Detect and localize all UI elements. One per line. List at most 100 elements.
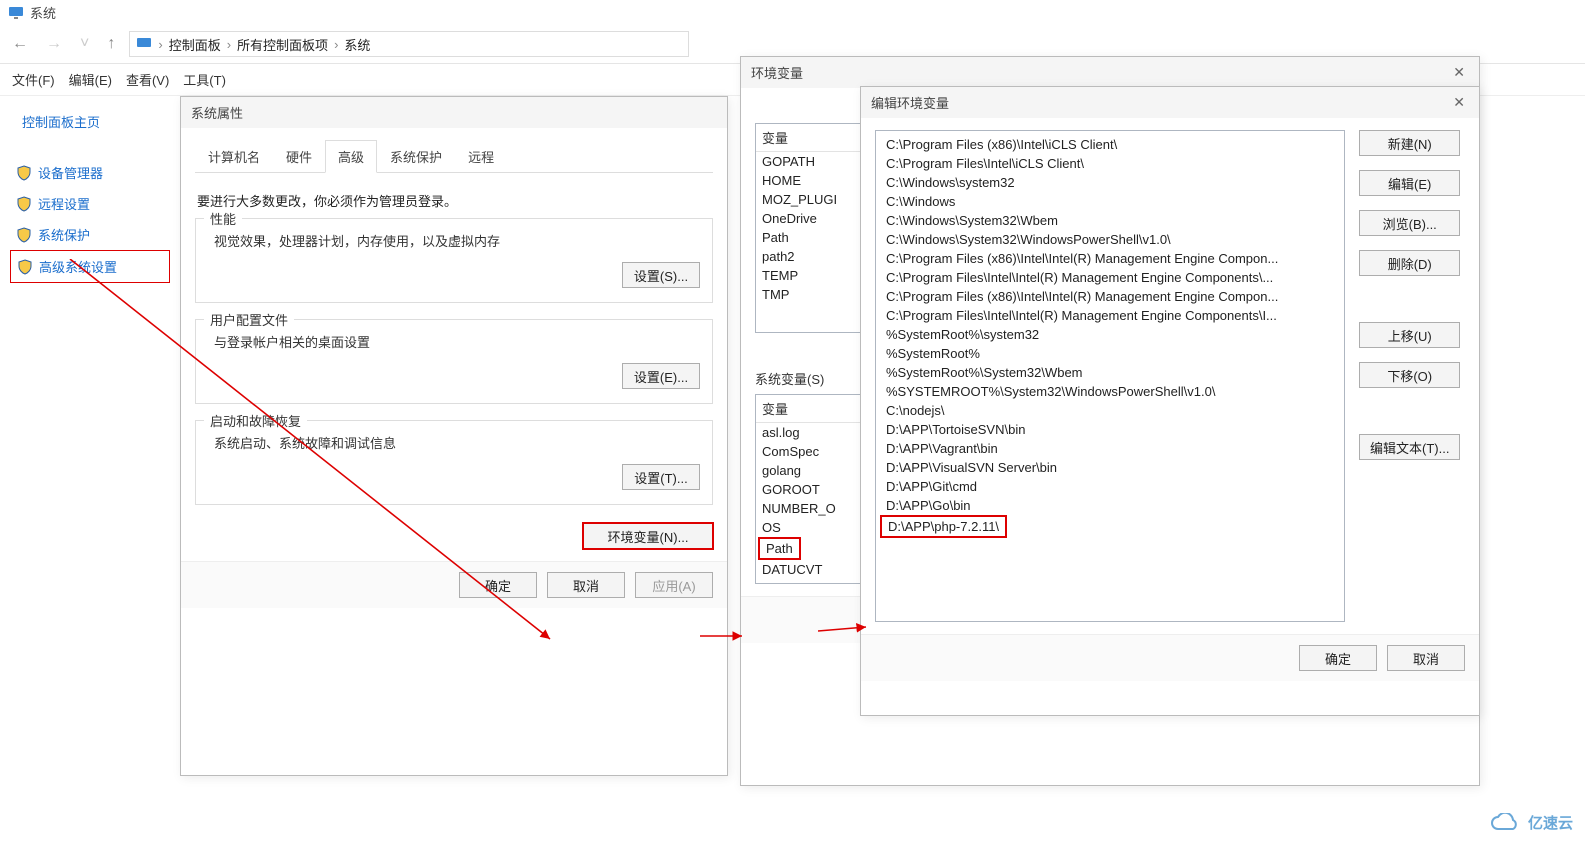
edit-text-button[interactable]: 编辑文本(T)... bbox=[1359, 434, 1460, 460]
monitor-icon bbox=[8, 5, 24, 21]
path-entry[interactable]: C:\nodejs\ bbox=[876, 401, 1344, 420]
sysprops-title: 系统属性 bbox=[181, 97, 727, 128]
path-entry[interactable]: D:\APP\php-7.2.11\ bbox=[882, 517, 1005, 536]
path-entry[interactable]: D:\APP\TortoiseSVN\bin bbox=[876, 420, 1344, 439]
path-entries-list[interactable]: C:\Program Files (x86)\Intel\iCLS Client… bbox=[875, 130, 1345, 622]
edit-button[interactable]: 编辑(E) bbox=[1359, 170, 1460, 196]
sidebar: 控制面板主页 设备管理器 远程设置 系统保护 高级系统设置 bbox=[10, 106, 170, 283]
path-entry[interactable]: C:\Program Files (x86)\Intel\iCLS Client… bbox=[876, 135, 1344, 154]
breadcrumb-sep: › bbox=[158, 37, 162, 52]
move-down-button[interactable]: 下移(O) bbox=[1359, 362, 1460, 388]
path-entry[interactable]: C:\Program Files\Intel\Intel(R) Manageme… bbox=[876, 268, 1344, 287]
close-icon[interactable]: ✕ bbox=[1449, 64, 1469, 81]
path-entry[interactable]: C:\Windows\System32\Wbem bbox=[876, 211, 1344, 230]
path-entry[interactable]: %SYSTEMROOT%\System32\WindowsPowerShell\… bbox=[876, 382, 1344, 401]
tab-hardware[interactable]: 硬件 bbox=[273, 140, 325, 172]
shield-icon bbox=[16, 165, 32, 181]
menu-tools[interactable]: 工具(T) bbox=[183, 70, 226, 89]
path-entry[interactable]: C:\Program Files (x86)\Intel\Intel(R) Ma… bbox=[876, 249, 1344, 268]
delete-button[interactable]: 删除(D) bbox=[1359, 250, 1460, 276]
env-variables-button[interactable]: 环境变量(N)... bbox=[583, 523, 713, 549]
address-bar[interactable]: › 控制面板 › 所有控制面板项 › 系统 bbox=[129, 31, 689, 57]
list-item[interactable]: asl.log bbox=[756, 423, 862, 442]
sysprops-note: 要进行大多数更改，你必须作为管理员登录。 bbox=[195, 183, 713, 218]
list-item[interactable]: OS bbox=[756, 518, 862, 537]
path-entry[interactable]: %SystemRoot% bbox=[876, 344, 1344, 363]
list-item[interactable]: GOPATH bbox=[756, 152, 862, 171]
list-item[interactable]: HOME bbox=[756, 171, 862, 190]
path-entry[interactable]: C:\Program Files\Intel\iCLS Client\ bbox=[876, 154, 1344, 173]
dialog-system-properties: 系统属性 计算机名 硬件 高级 系统保护 远程 要进行大多数更改，你必须作为管理… bbox=[180, 96, 728, 776]
list-item[interactable]: Path bbox=[756, 228, 862, 247]
tab-computer-name[interactable]: 计算机名 bbox=[195, 140, 273, 172]
back-button[interactable]: ← bbox=[8, 31, 32, 57]
list-item[interactable]: path2 bbox=[756, 247, 862, 266]
user-vars-list[interactable]: 变量 GOPATHHOMEMOZ_PLUGIOneDrivePathpath2T… bbox=[755, 123, 863, 333]
perf-settings-button[interactable]: 设置(S)... bbox=[622, 262, 700, 288]
path-entry[interactable]: C:\Program Files\Intel\Intel(R) Manageme… bbox=[876, 306, 1344, 325]
sidebar-item-label: 系统保护 bbox=[38, 225, 90, 244]
sidebar-item-device-manager[interactable]: 设备管理器 bbox=[10, 157, 170, 188]
cancel-button[interactable]: 取消 bbox=[1387, 645, 1465, 671]
close-icon[interactable]: ✕ bbox=[1449, 94, 1469, 111]
up-button[interactable]: ↑ bbox=[103, 31, 119, 57]
folder-icon bbox=[136, 36, 152, 52]
path-entry[interactable]: D:\APP\Go\bin bbox=[876, 496, 1344, 515]
shield-icon bbox=[17, 259, 33, 275]
list-item[interactable]: TMP bbox=[756, 285, 862, 304]
sidebar-item-advanced[interactable]: 高级系统设置 bbox=[10, 250, 170, 283]
forward-button[interactable]: → bbox=[42, 31, 66, 57]
window-title: 系统 bbox=[30, 3, 56, 22]
list-item[interactable]: TEMP bbox=[756, 266, 862, 285]
path-entry[interactable]: C:\Windows bbox=[876, 192, 1344, 211]
menu-edit[interactable]: 编辑(E) bbox=[69, 70, 112, 89]
browse-button[interactable]: 浏览(B)... bbox=[1359, 210, 1460, 236]
group-performance: 性能 视觉效果，处理器计划，内存使用，以及虚拟内存 设置(S)... bbox=[195, 218, 713, 303]
cloud-icon bbox=[1490, 813, 1522, 833]
list-item[interactable]: GOROOT bbox=[756, 480, 862, 499]
sysprops-footer: 确定 取消 应用(A) bbox=[181, 561, 727, 608]
envdlg-titlebar: 环境变量 ✕ bbox=[741, 57, 1479, 88]
path-entry[interactable]: C:\Windows\system32 bbox=[876, 173, 1344, 192]
window-titlebar: 系统 bbox=[0, 0, 1585, 25]
cancel-button[interactable]: 取消 bbox=[547, 572, 625, 598]
watermark: 亿速云 bbox=[1490, 812, 1573, 833]
list-item[interactable]: MOZ_PLUGI bbox=[756, 190, 862, 209]
breadcrumb-1[interactable]: 所有控制面板项 bbox=[237, 35, 328, 54]
list-item[interactable]: DATUCVT bbox=[756, 560, 862, 579]
path-entry[interactable]: D:\APP\Git\cmd bbox=[876, 477, 1344, 496]
list-item[interactable]: ComSpec bbox=[756, 442, 862, 461]
apply-button[interactable]: 应用(A) bbox=[635, 572, 713, 598]
path-entry[interactable]: D:\APP\Vagrant\bin bbox=[876, 439, 1344, 458]
shield-icon bbox=[16, 196, 32, 212]
path-entry[interactable]: D:\APP\VisualSVN Server\bin bbox=[876, 458, 1344, 477]
tab-protection[interactable]: 系统保护 bbox=[377, 140, 455, 172]
list-item[interactable]: golang bbox=[756, 461, 862, 480]
history-dropdown[interactable]: ˅ bbox=[76, 31, 93, 57]
startup-settings-button[interactable]: 设置(T)... bbox=[622, 464, 700, 490]
path-entry[interactable]: %SystemRoot%\system32 bbox=[876, 325, 1344, 344]
editenv-titlebar: 编辑环境变量 ✕ bbox=[861, 87, 1479, 118]
editenv-footer: 确定 取消 bbox=[861, 634, 1479, 681]
group-user-profile: 用户配置文件 与登录帐户相关的桌面设置 设置(E)... bbox=[195, 319, 713, 404]
sidebar-item-protection[interactable]: 系统保护 bbox=[10, 219, 170, 250]
list-item[interactable]: OneDrive bbox=[756, 209, 862, 228]
menu-view[interactable]: 查看(V) bbox=[126, 70, 169, 89]
tab-remote[interactable]: 远程 bbox=[455, 140, 507, 172]
breadcrumb-0[interactable]: 控制面板 bbox=[169, 35, 221, 54]
sidebar-item-remote[interactable]: 远程设置 bbox=[10, 188, 170, 219]
path-entry[interactable]: %SystemRoot%\System32\Wbem bbox=[876, 363, 1344, 382]
sys-vars-list[interactable]: 变量 asl.logComSpecgolangGOROOTNUMBER_OOSP… bbox=[755, 394, 863, 584]
userprof-settings-button[interactable]: 设置(E)... bbox=[622, 363, 700, 389]
menu-file[interactable]: 文件(F) bbox=[12, 70, 55, 89]
list-item[interactable]: NUMBER_O bbox=[756, 499, 862, 518]
breadcrumb-2[interactable]: 系统 bbox=[344, 35, 370, 54]
path-entry[interactable]: C:\Windows\System32\WindowsPowerShell\v1… bbox=[876, 230, 1344, 249]
list-item[interactable]: Path bbox=[760, 539, 799, 558]
new-button[interactable]: 新建(N) bbox=[1359, 130, 1460, 156]
tab-advanced[interactable]: 高级 bbox=[325, 140, 377, 173]
move-up-button[interactable]: 上移(U) bbox=[1359, 322, 1460, 348]
ok-button[interactable]: 确定 bbox=[1299, 645, 1377, 671]
path-entry[interactable]: C:\Program Files (x86)\Intel\Intel(R) Ma… bbox=[876, 287, 1344, 306]
ok-button[interactable]: 确定 bbox=[459, 572, 537, 598]
